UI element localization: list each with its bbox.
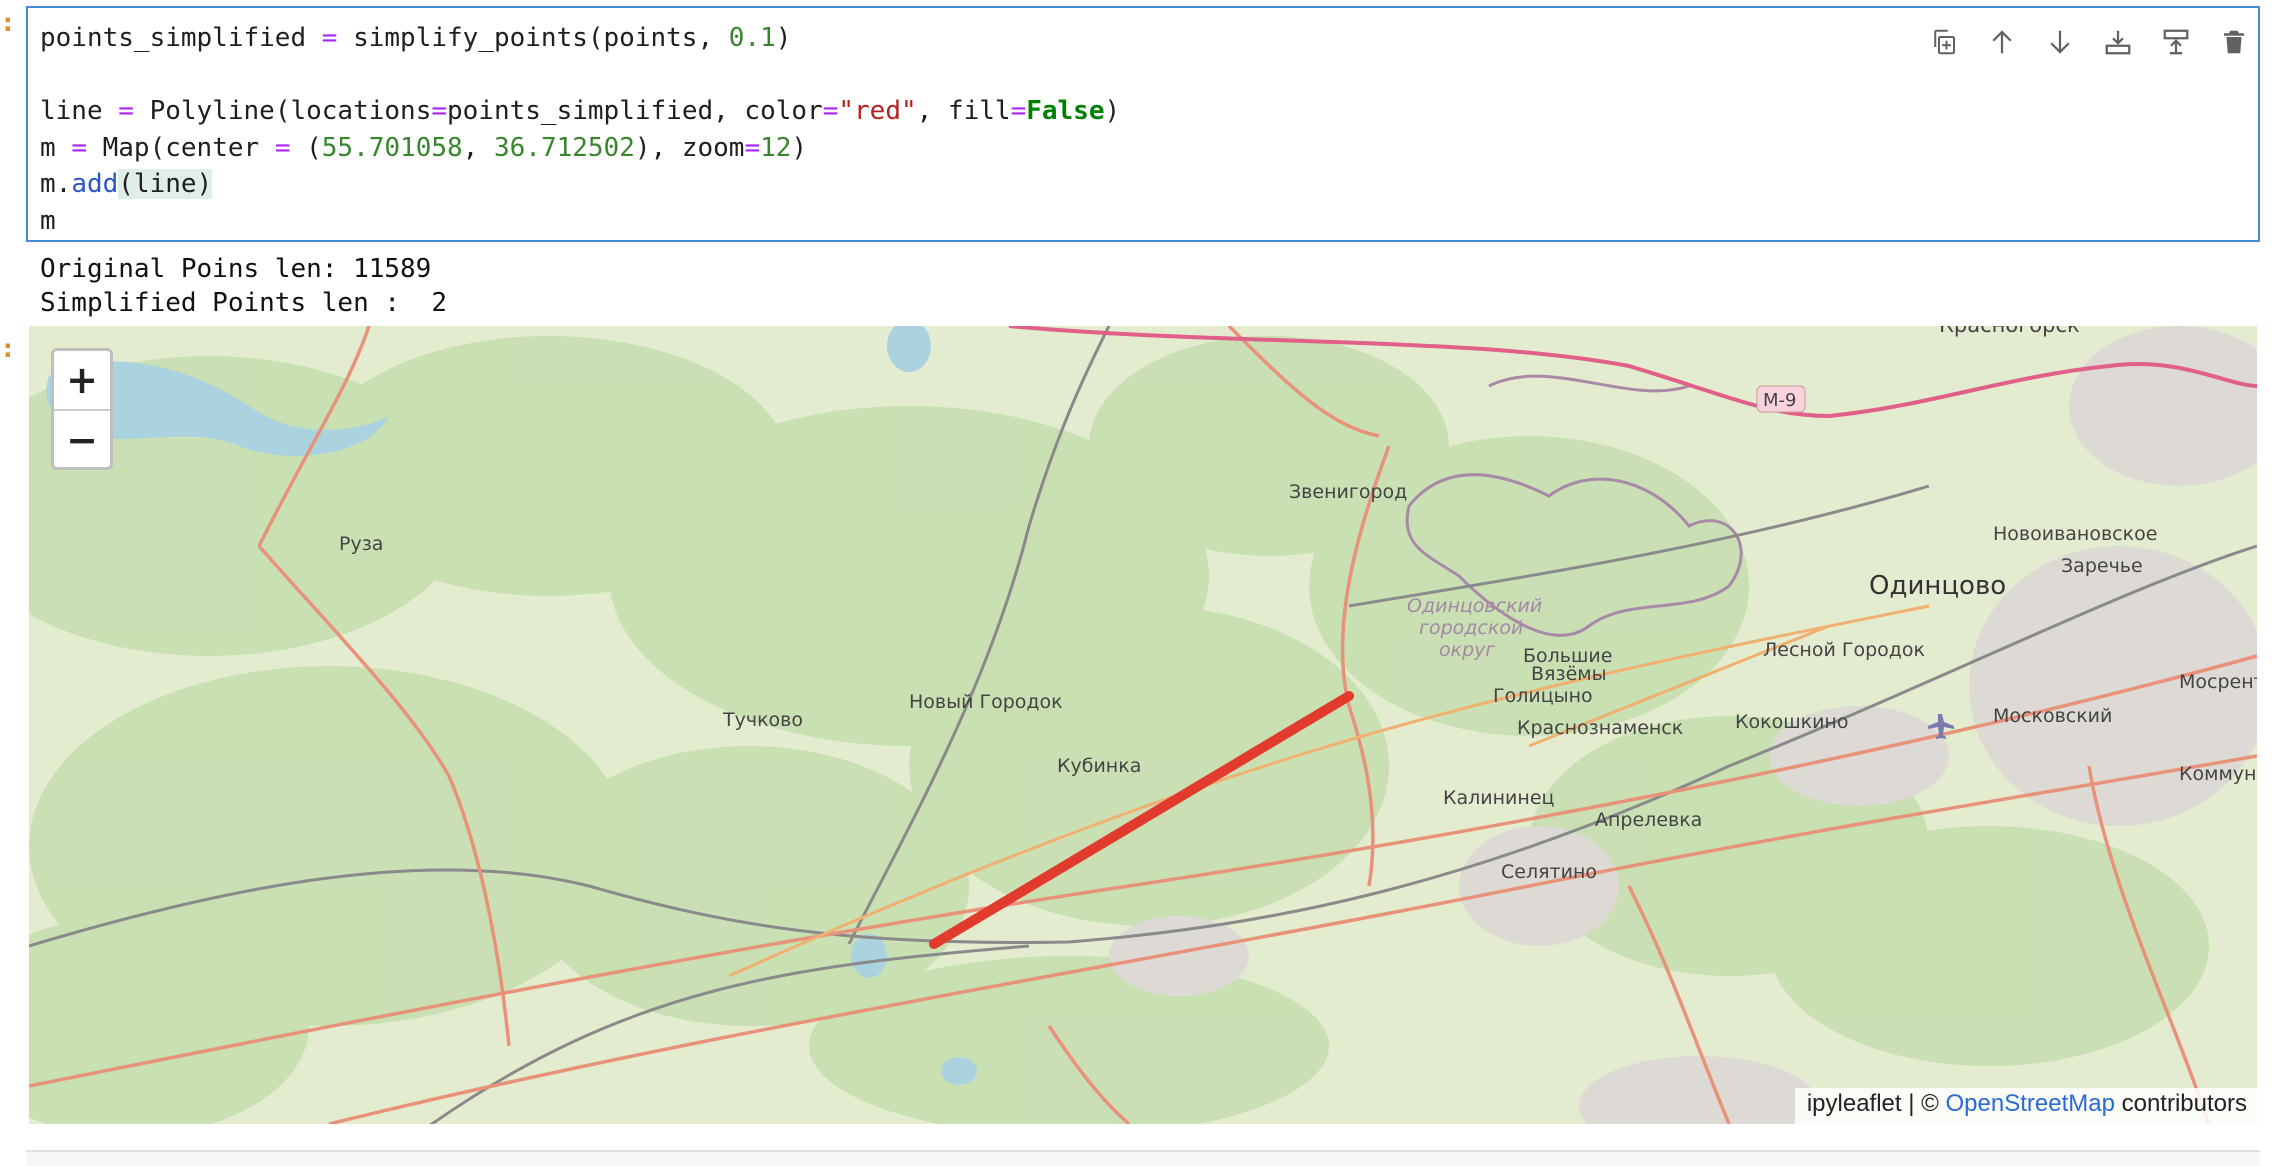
label-odintsovo-district-1: Одинцовский: [1407, 595, 1542, 617]
cell-toolbar: [1924, 22, 2254, 62]
code-cell[interactable]: points_simplified = simplify_points(poin…: [26, 6, 2260, 242]
label-lesnoy-gorodok: Лесной Городок: [1763, 639, 1925, 661]
insert-cell-above-button[interactable]: [2098, 22, 2138, 62]
label-krasnogorsk: Красногорск: [1939, 326, 2080, 337]
label-novy-gorodok: Новый Городок: [909, 691, 1063, 713]
label-zarechye: Заречье: [2061, 555, 2143, 577]
label-aprelevka: Апрелевка: [1595, 809, 1702, 831]
label-zvenigorod: Звенигород: [1289, 481, 1407, 503]
label-odintsovo: Одинцово: [1869, 571, 2006, 601]
zoom-control: + −: [51, 348, 113, 470]
label-krasnoznamensk: Краснознаменск: [1517, 717, 1683, 739]
label-moskovsky: Московский: [1993, 705, 2112, 727]
arrow-down-icon: [2050, 30, 2070, 54]
cell-prompt-marker: :: [0, 8, 16, 38]
label-kommuna: Коммуна: [2179, 763, 2257, 785]
label-kalininets: Калининец: [1443, 787, 1555, 809]
trash-icon: [2224, 30, 2244, 54]
label-odintsovo-district-3: округ: [1439, 639, 1496, 661]
move-cell-up-button[interactable]: [1982, 22, 2022, 62]
label-novoivanovskoe: Новоивановское: [1993, 523, 2157, 545]
delete-cell-button[interactable]: [2214, 22, 2254, 62]
label-mosrent: Мосрент: [2179, 671, 2257, 693]
label-golitsyno: Голицыно: [1493, 685, 1593, 707]
zoom-out-button[interactable]: −: [54, 409, 110, 467]
label-ruza: Руза: [339, 533, 383, 555]
label-tuchkovo: Тучково: [722, 709, 803, 731]
insert-cell-below-button[interactable]: [2156, 22, 2196, 62]
code-editor[interactable]: points_simplified = simplify_points(poin…: [40, 20, 1120, 239]
cell-output-text: Original Poins len: 11589 Simplified Poi…: [40, 254, 447, 318]
label-kokoshkino: Кокошкино: [1735, 711, 1848, 733]
arrow-up-icon: [1992, 30, 2012, 54]
attribution-suffix: contributors: [2114, 1090, 2247, 1117]
map-attribution: ipyleaflet | © OpenStreetMap contributor…: [1794, 1088, 2257, 1124]
duplicate-icon: [1934, 29, 1955, 55]
move-cell-down-button[interactable]: [2040, 22, 2080, 62]
label-odintsovo-district-2: городской: [1419, 617, 1523, 639]
label-selyatino: Селятино: [1501, 861, 1597, 883]
zoom-in-button[interactable]: +: [54, 351, 110, 409]
label-m9: М-9: [1763, 390, 1796, 411]
next-cell[interactable]: [26, 1150, 2260, 1166]
leaflet-map[interactable]: Красногорск М-9 Звенигород Руза Новоиван…: [29, 326, 2257, 1124]
output-prompt-marker: :: [0, 334, 16, 364]
attribution-prefix: ipyleaflet | ©: [1806, 1090, 1946, 1117]
insert-above-icon: [2105, 30, 2131, 55]
insert-below-icon: [2163, 29, 2189, 55]
openstreetmap-link[interactable]: OpenStreetMap: [1946, 1090, 2115, 1117]
label-vyazemy: Вязёмы: [1531, 663, 1607, 685]
map-tiles: Красногорск М-9 Звенигород Руза Новоиван…: [29, 326, 2257, 1124]
duplicate-cell-button[interactable]: [1924, 22, 1964, 62]
label-kubinka: Кубинка: [1057, 755, 1141, 777]
